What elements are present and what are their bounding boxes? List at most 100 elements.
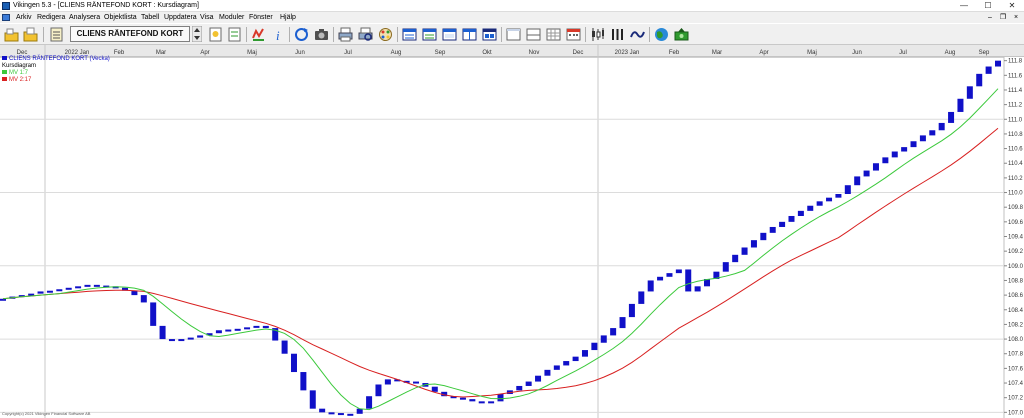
month-tick-label: Mar xyxy=(712,50,722,56)
refresh-icon[interactable] xyxy=(293,26,310,43)
menu-fonster[interactable]: Fönster xyxy=(249,13,273,22)
minimize-button[interactable]: — xyxy=(952,0,976,12)
candle-bar xyxy=(431,386,438,392)
month-tick-label: Sep xyxy=(979,50,990,56)
candle-bar xyxy=(347,413,354,416)
candle-bar xyxy=(253,325,260,328)
window-layout-1-icon[interactable] xyxy=(401,26,418,43)
month-tick-label: Feb xyxy=(114,50,125,56)
print-icon[interactable] xyxy=(337,26,354,43)
toolbar: CLIENS RÄNTEFOND KORT i xyxy=(0,23,1024,45)
price-tick-label: 109.0 xyxy=(1008,264,1024,270)
candle-bar xyxy=(910,141,917,148)
price-tick-label: 107.0 xyxy=(1008,410,1024,416)
color-palette-icon[interactable] xyxy=(377,26,394,43)
chart-canvas[interactable]: Dec 2022 Jan Feb Mar Apr Maj Jun Jul Aug Sep Okt No… xyxy=(0,45,1024,418)
mdi-restore-button[interactable]: ❐ xyxy=(997,12,1009,23)
fund-spinner[interactable] xyxy=(191,25,203,43)
mdi-minimize-button[interactable]: – xyxy=(984,12,996,23)
bull-bear-icon[interactable] xyxy=(250,26,267,43)
menu-moduler[interactable]: Moduler xyxy=(219,13,244,22)
menu-objektlista[interactable]: Objektlista xyxy=(104,13,137,22)
candle-bar xyxy=(938,122,945,131)
candle-bar xyxy=(591,342,598,351)
menu-arkiv[interactable]: Arkiv xyxy=(16,13,32,22)
candle-bar xyxy=(732,254,739,263)
candle-bar xyxy=(159,325,166,340)
month-tick-label: Jul xyxy=(899,50,907,56)
menu-tabell[interactable]: Tabell xyxy=(141,13,159,22)
candle-bar xyxy=(872,163,879,171)
candle-bar xyxy=(826,197,833,202)
candle-bar xyxy=(150,302,157,326)
window-layout-2-icon[interactable] xyxy=(421,26,438,43)
info-icon[interactable]: i xyxy=(270,26,287,43)
open-folder-icon[interactable] xyxy=(22,26,39,43)
candle-bar xyxy=(985,66,992,74)
candle-bar xyxy=(469,399,476,402)
line-chart-icon[interactable] xyxy=(629,26,646,43)
price-tick-label: 110.4 xyxy=(1008,161,1023,167)
candle-bar xyxy=(807,205,814,211)
candlestick-chart-icon[interactable] xyxy=(589,26,606,43)
month-tick-label: Dec xyxy=(573,50,584,56)
price-tick-label: 109.4 xyxy=(1008,235,1024,241)
price-tick-label: 108.2 xyxy=(1008,322,1024,328)
price-tick-label: 107.2 xyxy=(1008,396,1024,402)
camera-icon[interactable] xyxy=(313,26,330,43)
mdi-close-button[interactable]: × xyxy=(1010,12,1022,23)
candle-bar xyxy=(75,286,82,289)
menu-visa[interactable]: Visa xyxy=(200,13,214,22)
bar-chart-icon[interactable] xyxy=(609,26,626,43)
candle-bar xyxy=(891,151,898,158)
document-edit-icon[interactable] xyxy=(226,26,243,43)
price-tick-label: 109.6 xyxy=(1008,220,1024,226)
candle-bar xyxy=(901,147,908,152)
table-icon[interactable] xyxy=(545,26,562,43)
candle-bar xyxy=(638,291,645,304)
month-tick-label: Nov xyxy=(529,50,540,56)
copyright-text: Copyright(c) 2021 Vikingen Financial Sof… xyxy=(2,411,91,416)
month-tick-label: Jun xyxy=(852,50,862,56)
candle-bar xyxy=(281,340,288,354)
money-icon[interactable] xyxy=(673,26,690,43)
close-button[interactable]: ✕ xyxy=(1000,0,1024,12)
blank-window-icon[interactable] xyxy=(505,26,522,43)
title-bar: Vikingen 5.3 - [CLIENS RÄNTEFOND KORT : … xyxy=(0,0,1024,12)
split-window-icon[interactable] xyxy=(525,26,542,43)
candle-bar xyxy=(610,328,617,336)
new-folder-icon[interactable] xyxy=(3,26,20,43)
window-layout-4-icon[interactable] xyxy=(461,26,478,43)
candle-bar xyxy=(581,350,588,357)
object-list-icon[interactable] xyxy=(48,26,65,43)
price-chart[interactable]: Dec 2022 Jan Feb Mar Apr Maj Jun Jul Aug Sep Okt No… xyxy=(0,45,1024,418)
candle-bar xyxy=(384,379,391,385)
menu-redigera[interactable]: Redigera xyxy=(37,13,65,22)
candle-bar xyxy=(290,353,297,373)
candle-bar xyxy=(93,284,100,287)
window-layout-3-icon[interactable] xyxy=(441,26,458,43)
document-icon[interactable] xyxy=(2,14,10,21)
window-layout-5-icon[interactable] xyxy=(481,26,498,43)
print-preview-icon[interactable] xyxy=(357,26,374,43)
price-tick-label: 111.2 xyxy=(1008,103,1023,109)
price-tick-label: 107.4 xyxy=(1008,381,1024,387)
month-tick-label: Maj xyxy=(247,50,257,56)
legend-series: CLIENS RÄNTEFOND KORT (Vecka) xyxy=(2,56,110,63)
window-title: Vikingen 5.3 - [CLIENS RÄNTEFOND KORT : … xyxy=(13,2,199,9)
candle-bar xyxy=(948,111,955,123)
menu-analysera[interactable]: Analysera xyxy=(69,13,100,22)
favorite-list-icon[interactable] xyxy=(207,26,224,43)
month-axis xyxy=(0,45,1024,57)
price-tick-label: 107.8 xyxy=(1008,352,1024,358)
candle-bar xyxy=(722,262,729,272)
legend-ma2-swatch xyxy=(2,77,7,82)
maximize-button[interactable]: ☐ xyxy=(976,0,1000,12)
menu-hjalp[interactable]: Hjälp xyxy=(280,13,296,22)
candle-bar xyxy=(882,157,889,164)
calendar-icon[interactable] xyxy=(565,26,582,43)
month-tick-label: Mar xyxy=(156,50,166,56)
globe-icon[interactable] xyxy=(653,26,670,43)
fund-selector[interactable]: CLIENS RÄNTEFOND KORT xyxy=(70,26,190,42)
menu-uppdatera[interactable]: Uppdatera xyxy=(164,13,197,22)
